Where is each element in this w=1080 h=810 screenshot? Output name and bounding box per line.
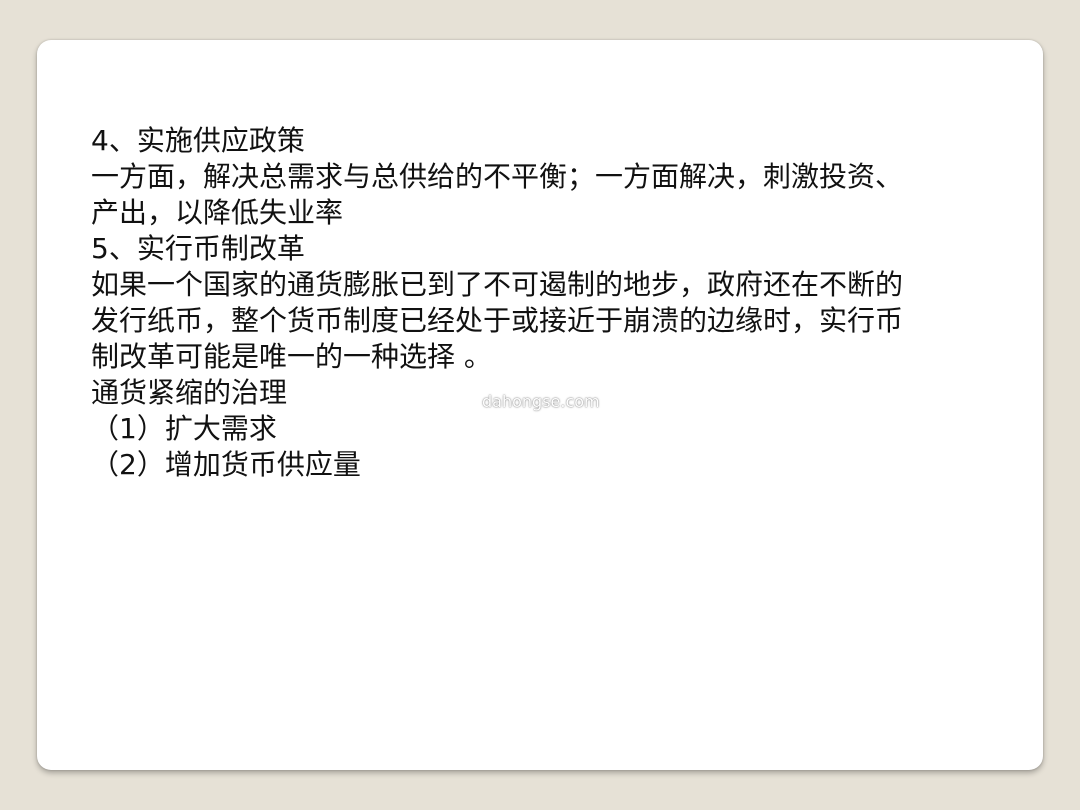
watermark: dahongse.com bbox=[482, 392, 600, 411]
heading-supply-policy: 4、实施供应政策 bbox=[91, 124, 305, 157]
text-line: 发行纸币，整个货币制度已经处于或接近于崩溃的边缘时，实行币 bbox=[91, 304, 904, 337]
text-line: 产出，以降低失业率 bbox=[91, 196, 344, 229]
text-line: 制改革可能是唯一的一种选择 。 bbox=[91, 340, 492, 373]
text-line: 一方面，解决总需求与总供给的不平衡；一方面解决，刺激投资、 bbox=[91, 160, 904, 193]
list-item: （2）增加货币供应量 bbox=[91, 448, 361, 481]
list-item: （1）扩大需求 bbox=[91, 412, 277, 445]
slide-card: 4、实施供应政策 一方面，解决总需求与总供给的不平衡；一方面解决，刺激投资、 产… bbox=[37, 40, 1043, 770]
text-line: 如果一个国家的通货膨胀已到了不可遏制的地步，政府还在不断的 bbox=[91, 268, 904, 301]
slide-body: 4、实施供应政策 一方面，解决总需求与总供给的不平衡；一方面解决，刺激投资、 产… bbox=[91, 123, 991, 483]
heading-currency-reform: 5、实行币制改革 bbox=[91, 232, 305, 265]
